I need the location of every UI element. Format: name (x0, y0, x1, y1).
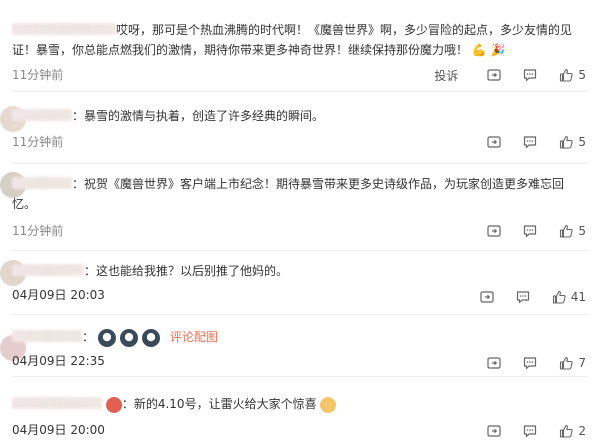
thumbs-up-icon (558, 355, 574, 371)
share-icon (486, 423, 502, 439)
comment-item: ：新的4.10号，让雷火给大家个惊喜 04月09日 20:00 2 (0, 377, 600, 445)
thumbs-up-icon (558, 67, 574, 83)
comment-icon (522, 223, 538, 239)
share-icon (479, 289, 495, 305)
share-button[interactable] (486, 223, 502, 239)
party-emoji-icon: 🎉 (490, 43, 506, 57)
like-count: 5 (578, 224, 586, 238)
comment-item: ：暴雪的激情与执着，创造了许多经典的瞬间。 11分钟前 5 (0, 92, 600, 162)
username-blurred[interactable] (12, 177, 72, 189)
comment-actions: 5 (466, 133, 586, 151)
share-button[interactable] (479, 289, 495, 305)
comment-actions: 7 (466, 354, 586, 372)
comment-time: 11分钟前 (12, 135, 64, 149)
like-button[interactable]: 2 (558, 423, 586, 439)
comment-actions: 5 (466, 222, 586, 240)
like-button[interactable]: 5 (558, 67, 586, 83)
comment-icon (522, 423, 538, 439)
thumbs-up-icon (558, 223, 574, 239)
share-icon (486, 134, 502, 150)
comment-actions: 41 (459, 288, 586, 306)
username-blurred[interactable] (12, 23, 116, 35)
colon: ： (84, 264, 97, 278)
sticker-image[interactable] (141, 328, 160, 347)
username-blurred[interactable] (12, 264, 84, 276)
share-button[interactable] (486, 355, 502, 371)
colon: ： (121, 397, 134, 411)
like-count: 5 (578, 135, 586, 149)
comment-text: ：暴雪的激情与执着，创造了许多经典的瞬间。 (12, 106, 586, 126)
comment-button[interactable] (522, 423, 538, 439)
comment-actions: 2 (466, 422, 586, 440)
share-button[interactable] (486, 423, 502, 439)
avatar-badge-icon (105, 396, 122, 413)
comment-text: 哎呀，那可是个热血沸腾的时代啊！《魔兽世界》啊，多少冒险的起点，多少友情的见证！… (12, 20, 586, 60)
share-icon (486, 223, 502, 239)
comment-item: ： 评论配图 04月09日 22:35 7 (0, 315, 600, 375)
dog-emoji-icon (320, 396, 337, 413)
comment-text: ：这也能给我推？以后别推了他妈的。 (12, 261, 586, 281)
comment-icon (522, 355, 538, 371)
thumbs-up-icon (558, 134, 574, 150)
like-button[interactable]: 41 (551, 289, 586, 305)
share-button[interactable] (486, 67, 502, 83)
flex-emoji-icon: 💪 (471, 43, 487, 57)
like-count: 2 (578, 424, 586, 438)
sticker-image[interactable] (119, 328, 138, 347)
share-button[interactable] (486, 134, 502, 150)
comment-icon (515, 289, 531, 305)
like-button[interactable]: 5 (558, 223, 586, 239)
like-button[interactable]: 7 (558, 355, 586, 371)
comment-button[interactable] (522, 134, 538, 150)
comment-actions: 投诉 5 (434, 66, 586, 84)
comment-time: 04月09日 22:35 (12, 354, 105, 368)
comment-item: 哎呀，那可是个热血沸腾的时代啊！《魔兽世界》啊，多少冒险的起点，多少友情的见证！… (0, 0, 600, 90)
comment-icon (522, 134, 538, 150)
comment-picture-link[interactable]: 评论配图 (170, 330, 218, 344)
comment-time: 04月09日 20:00 (12, 423, 105, 437)
share-icon (486, 355, 502, 371)
like-count: 5 (578, 68, 586, 82)
comment-time: 11分钟前 (12, 68, 64, 82)
colon: ： (72, 177, 85, 191)
comment-text: ：祝贺《魔兽世界》客户端上市纪念！期待暴雪带来更多史诗级作品，为玩家创造更多难忘… (12, 177, 565, 211)
share-icon (486, 67, 502, 83)
comment-icon (522, 67, 538, 83)
thumbs-up-icon (558, 423, 574, 439)
comment-button[interactable] (515, 289, 531, 305)
colon: ： (82, 330, 95, 344)
comment-text: ：新的4.10号，让雷火给大家个惊喜 (12, 394, 586, 414)
comment-item: ：祝贺《魔兽世界》客户端上市纪念！期待暴雪带来更多史诗级作品，为玩家创造更多难忘… (0, 164, 600, 249)
comment-time: 11分钟前 (12, 224, 64, 238)
username-blurred[interactable] (12, 330, 82, 342)
report-button[interactable]: 投诉 (434, 67, 458, 84)
username-blurred[interactable] (12, 109, 72, 121)
like-count: 41 (570, 290, 586, 304)
username-blurred[interactable] (12, 397, 102, 409)
colon: ： (72, 109, 85, 123)
sticker-image[interactable] (97, 328, 116, 347)
comment-item: ：这也能给我推？以后别推了他妈的。 04月09日 20:03 41 (0, 251, 600, 313)
comment-button[interactable] (522, 223, 538, 239)
comment-time: 04月09日 20:03 (12, 288, 105, 302)
like-count: 7 (578, 356, 586, 370)
like-button[interactable]: 5 (558, 134, 586, 150)
comment-button[interactable] (522, 355, 538, 371)
comment-button[interactable] (522, 67, 538, 83)
thumbs-up-icon (551, 289, 567, 305)
comment-text: ： 评论配图 (12, 327, 586, 347)
